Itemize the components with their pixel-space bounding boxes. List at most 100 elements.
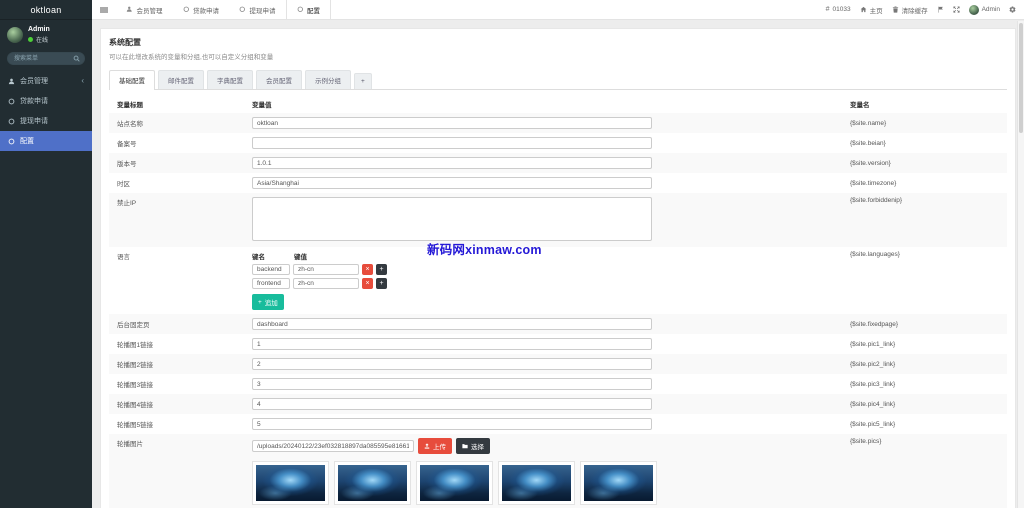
fixedpage-input[interactable] xyxy=(252,318,652,330)
forbidden-ip-textarea[interactable] xyxy=(252,197,652,241)
pic1-link-input[interactable] xyxy=(252,338,652,350)
insert-pair-button[interactable]: + xyxy=(376,264,387,275)
sidebar-item-label: 会员管理 xyxy=(20,78,48,85)
remove-pair-button[interactable]: × xyxy=(362,264,373,275)
kv-key-header: 键名 xyxy=(252,254,265,261)
beian-input[interactable] xyxy=(252,137,652,149)
gear-icon xyxy=(1009,6,1016,13)
sidebar-item-withdrawal-application[interactable]: 提现申请 xyxy=(0,111,92,131)
upload-icon xyxy=(424,443,430,449)
home-label: 主页 xyxy=(869,7,883,15)
tab-label: 贷款申请 xyxy=(193,7,219,15)
insert-pair-button[interactable]: + xyxy=(376,278,387,289)
table-row: 禁止IP {$site.forbiddenip} xyxy=(109,193,1007,247)
pics-path-input[interactable] xyxy=(252,440,414,452)
row-label: 站点名称 xyxy=(117,121,143,128)
pic4-link-input[interactable] xyxy=(252,398,652,410)
choose-button[interactable]: 选择 xyxy=(456,438,490,454)
watermark: 新码网xinmaw.com xyxy=(427,243,542,257)
tab-email-config[interactable]: 邮件配置 xyxy=(158,70,204,89)
tab-config[interactable]: 配置 xyxy=(285,0,331,19)
build-number-value: 01033 xyxy=(832,6,851,13)
tab-withdrawal-application[interactable]: 提现申请 xyxy=(229,0,286,19)
row-varname: {$site.beian} xyxy=(850,139,886,147)
version-input[interactable] xyxy=(252,157,652,169)
row-varname: {$site.pic2_link} xyxy=(850,360,896,368)
thumbnail-item xyxy=(580,461,657,508)
thumbnail-item xyxy=(334,461,411,508)
home-link[interactable]: 主页 xyxy=(860,5,883,15)
page-subtitle: 可以在此增改系统的变量和分组,也可以自定义分组和变量 xyxy=(109,54,274,61)
tab-dictionary-config[interactable]: 字典配置 xyxy=(207,70,253,89)
build-number[interactable]: # 01033 xyxy=(826,6,851,13)
tab-member-config[interactable]: 会员配置 xyxy=(256,70,302,89)
tab-member-management[interactable]: 会员管理 xyxy=(116,0,173,19)
system-config-panel: 系统配置 可以在此增改系统的变量和分组,也可以自定义分组和变量 基础配置 邮件配… xyxy=(100,28,1016,508)
pic3-link-input[interactable] xyxy=(252,378,652,390)
sidebar-item-label: 配置 xyxy=(20,138,34,145)
user-menu[interactable]: Admin xyxy=(968,4,1000,15)
user-name: Admin xyxy=(28,26,50,33)
row-label: 版本号 xyxy=(117,161,137,168)
folder-icon xyxy=(462,444,468,449)
language-key-input[interactable] xyxy=(252,264,290,275)
user-panel: Admin 在线 xyxy=(0,20,92,49)
append-label: 追加 xyxy=(264,300,278,307)
row-varname: {$site.pics} xyxy=(850,438,882,445)
language-value-input[interactable] xyxy=(293,264,359,275)
tab-example-group[interactable]: 示例分组 xyxy=(305,70,351,89)
sidebar-item-config[interactable]: 配置 xyxy=(0,131,92,151)
remove-pair-button[interactable]: × xyxy=(362,278,373,289)
carousel-thumbnails xyxy=(252,461,662,508)
sidebar-search xyxy=(7,52,85,65)
upload-button[interactable]: 上传 xyxy=(418,438,452,454)
table-row: 站点名称 {$site.name} xyxy=(109,113,1007,133)
fullscreen-button[interactable] xyxy=(953,6,960,13)
append-pair-button[interactable]: + 追加 xyxy=(252,294,284,310)
carousel-image xyxy=(502,465,571,501)
hamburger-menu-button[interactable] xyxy=(92,0,116,19)
row-varname: {$site.fixedpage} xyxy=(850,320,899,328)
sidebar-item-member-management[interactable]: 会员管理 ‹ xyxy=(0,71,92,91)
hash-icon: # xyxy=(825,6,830,13)
choose-label: 选择 xyxy=(471,444,484,451)
row-label: 后台固定页 xyxy=(117,322,150,329)
row-label: 备案号 xyxy=(117,141,137,148)
tab-loan-application[interactable]: 贷款申请 xyxy=(173,0,230,19)
navbar-right: # 01033 主页 清除缓存 Admin xyxy=(818,0,1024,19)
clear-cache-button[interactable]: 清除缓存 xyxy=(892,5,928,15)
sidebar-item-loan-application[interactable]: 贷款申请 xyxy=(0,91,92,111)
settings-button[interactable] xyxy=(1009,6,1016,13)
pic5-link-input[interactable] xyxy=(252,418,652,430)
language-switcher[interactable] xyxy=(937,6,944,13)
carousel-image xyxy=(338,465,407,501)
app-logo[interactable]: oktloan xyxy=(0,0,92,20)
language-key-input[interactable] xyxy=(252,278,290,289)
search-icon xyxy=(73,55,80,62)
tab-label: 配置 xyxy=(307,7,320,15)
column-header-name: 变量名 xyxy=(850,102,870,109)
carousel-image xyxy=(420,465,489,501)
row-label: 轮播图片 xyxy=(117,441,143,448)
tab-label: 会员管理 xyxy=(136,7,163,15)
timezone-input[interactable] xyxy=(252,177,652,189)
table-row: 语言 键名 键值 × + xyxy=(109,247,1007,314)
scrollbar[interactable] xyxy=(1017,21,1024,508)
column-header-title: 变量标题 xyxy=(117,102,143,109)
tab-basic-config[interactable]: 基础配置 xyxy=(109,70,155,90)
table-row: 轮播图3链接 {$site.pic3_link} xyxy=(109,374,1007,394)
pic2-link-input[interactable] xyxy=(252,358,652,370)
scrollbar-thumb[interactable] xyxy=(1019,23,1023,133)
site-name-input[interactable] xyxy=(252,117,652,129)
row-label: 轮播图2链接 xyxy=(117,362,154,369)
language-value-input[interactable] xyxy=(293,278,359,289)
row-varname: {$site.version} xyxy=(850,159,891,167)
table-row: 时区 {$site.timezone} xyxy=(109,173,1007,193)
fullscreen-icon xyxy=(953,6,960,13)
sidebar: oktloan Admin 在线 会员管理 ‹ 贷款申请 xyxy=(0,0,92,508)
chevron-left-icon: ‹ xyxy=(81,76,84,85)
table-row: 后台固定页 {$site.fixedpage} xyxy=(109,314,1007,334)
thumbnail-item xyxy=(252,461,329,508)
circle-icon xyxy=(183,6,189,13)
add-group-tab[interactable]: + xyxy=(354,73,372,89)
